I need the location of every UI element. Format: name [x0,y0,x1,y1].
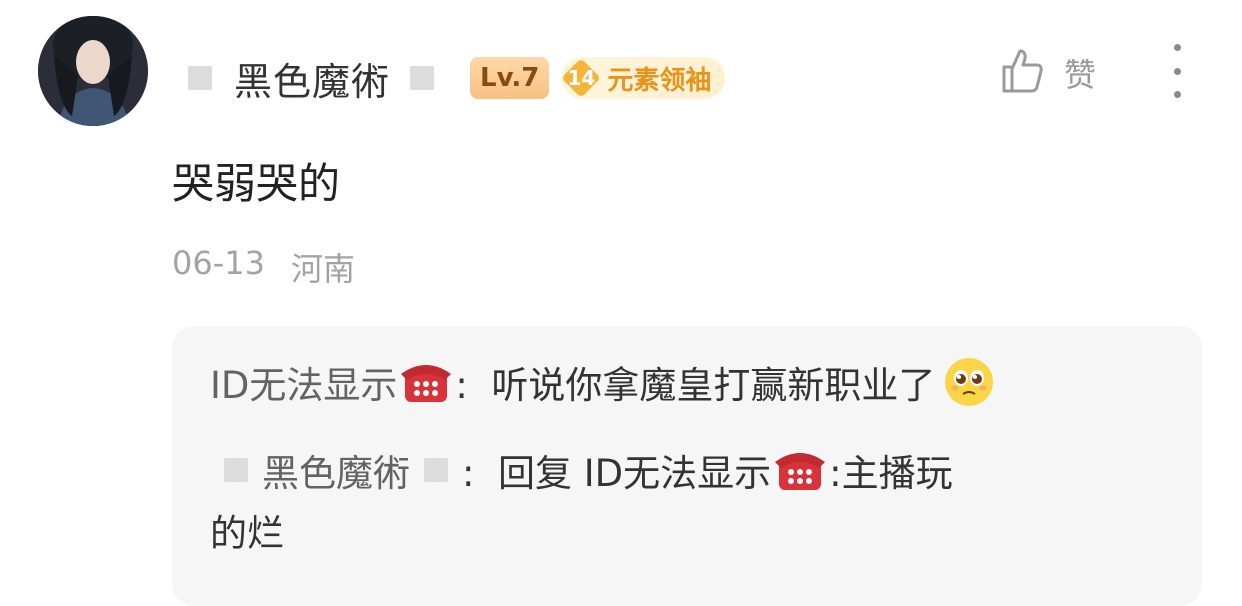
reply-author[interactable]: ID无法显示 [210,364,397,407]
reply-target[interactable]: ID无法显示 [584,452,771,495]
fan-level: 14 [567,66,596,90]
reply-item[interactable]: ID无法显示: 听说你拿魔皇打赢新职业了 [210,356,995,416]
decoration-square-icon [188,66,212,90]
fan-level-icon: 14 [561,58,601,98]
decoration-square-icon [424,458,448,482]
username[interactable]: 黑色魔術 [234,51,390,106]
more-options-icon[interactable] [1160,44,1194,98]
replies-panel[interactable]: ID无法显示: 听说你拿魔皇打赢新职业了 黑色魔術: 回复 ID无法显示 :主播玩… [172,326,1202,606]
telephone-icon [399,360,453,404]
reply-separator: : [462,452,475,495]
reply-prefix: 回复 [498,452,572,495]
avatar-image [38,16,148,126]
reply-item[interactable]: 黑色魔術: 回复 ID无法显示 :主播玩 的烂 [210,444,1150,564]
decoration-square-icon [410,66,435,90]
reply-text: :主播玩 [829,452,953,495]
telephone-icon [773,448,827,492]
avatar[interactable] [38,16,148,126]
comment-meta: 06-13 河南 [172,244,355,290]
comment-location: 河南 [290,250,355,288]
pleading-face-emoji [943,356,995,408]
decoration-square-icon [224,458,248,482]
reply-separator: : [455,364,468,407]
thumbs-up-icon [1000,47,1044,99]
like-button[interactable]: 赞 [1000,48,1096,98]
like-label: 赞 [1064,56,1097,94]
comment-text: 哭弱哭的 [172,159,341,208]
fan-badge[interactable]: 14 元素领袖 [561,57,726,99]
level-badge: Lv.7 [470,57,550,99]
reply-text-continued: 的烂 [210,512,284,555]
comment-date: 06-13 [172,244,265,282]
reply-text: 听说你拿魔皇打赢新职业了 [491,364,936,407]
author-row: 黑色魔術 Lv.7 14 元素领袖 [188,51,726,106]
reply-author[interactable]: 黑色魔術 [262,452,410,495]
fan-badge-label: 元素领袖 [607,65,712,96]
